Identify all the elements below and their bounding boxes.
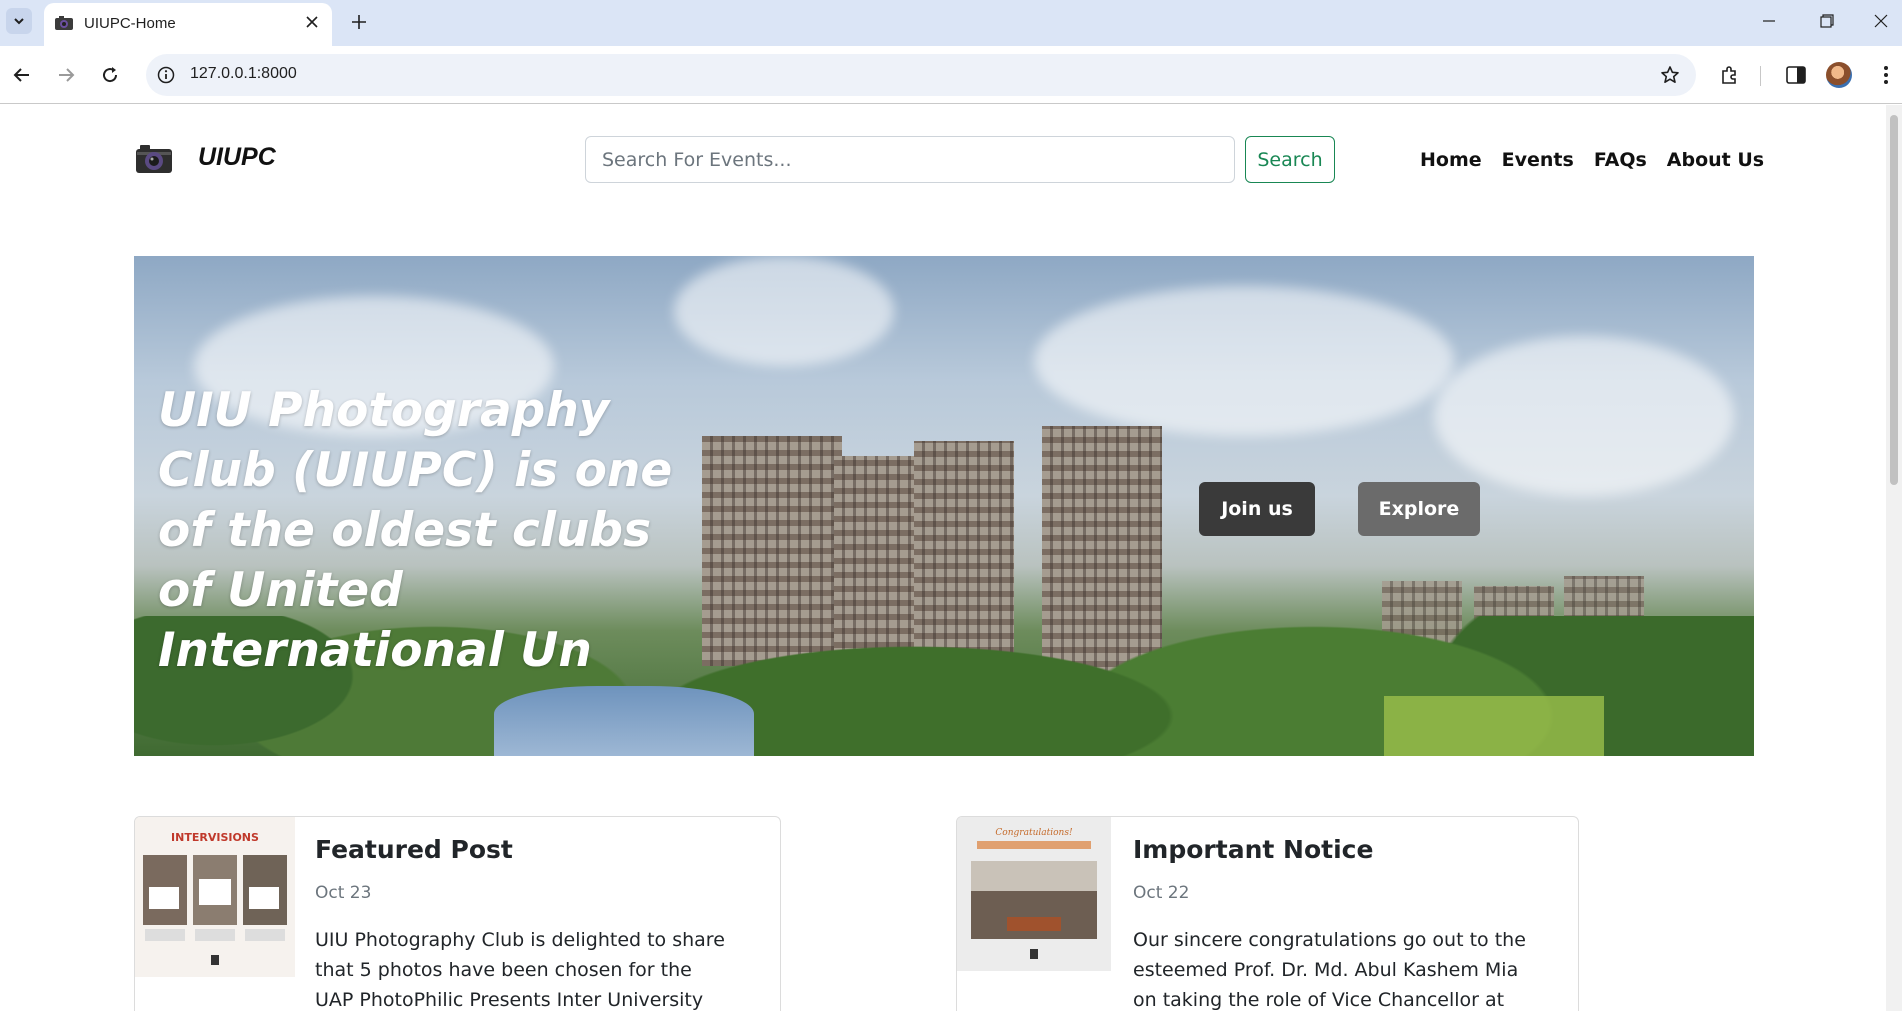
card-title[interactable]: Important Notice xyxy=(1133,835,1373,864)
card-date: Oct 23 xyxy=(315,883,372,903)
site-info-icon[interactable] xyxy=(154,63,178,87)
reload-icon[interactable] xyxy=(96,61,124,89)
join-us-button[interactable]: Join us xyxy=(1199,482,1315,536)
camera-favicon-icon xyxy=(54,15,74,35)
address-bar[interactable]: 127.0.0.1:8000 xyxy=(146,54,1696,96)
side-panel-icon[interactable] xyxy=(1782,61,1810,89)
hero-banner: UIU Photography Club (UIUPC) is one of t… xyxy=(134,256,1754,756)
url-text[interactable]: 127.0.0.1:8000 xyxy=(190,65,297,83)
main-nav: Home Events FAQs About Us xyxy=(1420,149,1764,171)
tab-search-chevron-icon[interactable] xyxy=(6,8,32,34)
hero-cloud xyxy=(1434,336,1734,496)
restore-icon[interactable] xyxy=(1812,8,1842,34)
important-notice-card[interactable]: Congratulations! Important Notice Oct 22… xyxy=(956,816,1579,1011)
browser-toolbar: 127.0.0.1:8000 xyxy=(0,46,1902,104)
search-button[interactable]: Search xyxy=(1245,136,1335,183)
profile-avatar[interactable] xyxy=(1826,62,1852,88)
nav-link-about-us[interactable]: About Us xyxy=(1667,149,1764,171)
explore-button[interactable]: Explore xyxy=(1358,482,1480,536)
card-excerpt: Our sincere congratulations go out to th… xyxy=(1133,929,1526,1011)
web-page: UIUPC Search Home Events FAQs About Us U… xyxy=(0,105,1886,1011)
extensions-puzzle-icon[interactable] xyxy=(1716,61,1744,89)
featured-post-thumbnail[interactable]: INTERVISIONS xyxy=(135,817,295,977)
scrollbar-thumb[interactable] xyxy=(1890,115,1898,485)
featured-post-card[interactable]: INTERVISIONS Featured Post Oct 23 UIU Ph… xyxy=(134,816,781,1011)
new-tab-plus-icon[interactable] xyxy=(346,9,372,35)
close-tab-icon[interactable] xyxy=(302,12,322,32)
svg-text:INTERVISIONS: INTERVISIONS xyxy=(171,831,259,844)
more-menu-icon[interactable] xyxy=(1872,61,1900,89)
nav-link-events[interactable]: Events xyxy=(1502,149,1574,171)
bookmark-star-icon[interactable] xyxy=(1658,63,1682,87)
back-arrow-icon[interactable] xyxy=(8,61,36,89)
card-excerpt: UIU Photography Club is delighted to sha… xyxy=(315,929,725,1011)
hero-cloud xyxy=(1034,286,1454,436)
hero-title: UIU Photography Club (UIUPC) is one of t… xyxy=(158,383,673,678)
minimize-icon[interactable] xyxy=(1754,8,1784,34)
camera-logo-icon[interactable] xyxy=(134,143,174,175)
nav-link-faqs[interactable]: FAQs xyxy=(1594,149,1647,171)
browser-tab[interactable]: UIUPC-Home xyxy=(44,3,332,46)
important-notice-thumbnail[interactable]: Congratulations! xyxy=(957,817,1111,971)
brand-name[interactable]: UIUPC xyxy=(198,143,276,172)
hero-cloud xyxy=(674,256,894,366)
event-search-input[interactable] xyxy=(585,136,1235,183)
close-window-icon[interactable] xyxy=(1866,8,1896,34)
tab-title: UIUPC-Home xyxy=(84,15,176,32)
page-scrollbar[interactable] xyxy=(1886,105,1902,1011)
card-title[interactable]: Featured Post xyxy=(315,835,513,864)
browser-tab-strip: UIUPC-Home xyxy=(0,0,1902,46)
grass-field xyxy=(1384,696,1604,756)
nav-link-home[interactable]: Home xyxy=(1420,149,1482,171)
river xyxy=(494,686,754,756)
svg-text:Congratulations!: Congratulations! xyxy=(995,828,1073,838)
forward-arrow-icon[interactable] xyxy=(52,61,80,89)
toolbar-divider xyxy=(1760,66,1761,86)
card-date: Oct 22 xyxy=(1133,883,1190,903)
